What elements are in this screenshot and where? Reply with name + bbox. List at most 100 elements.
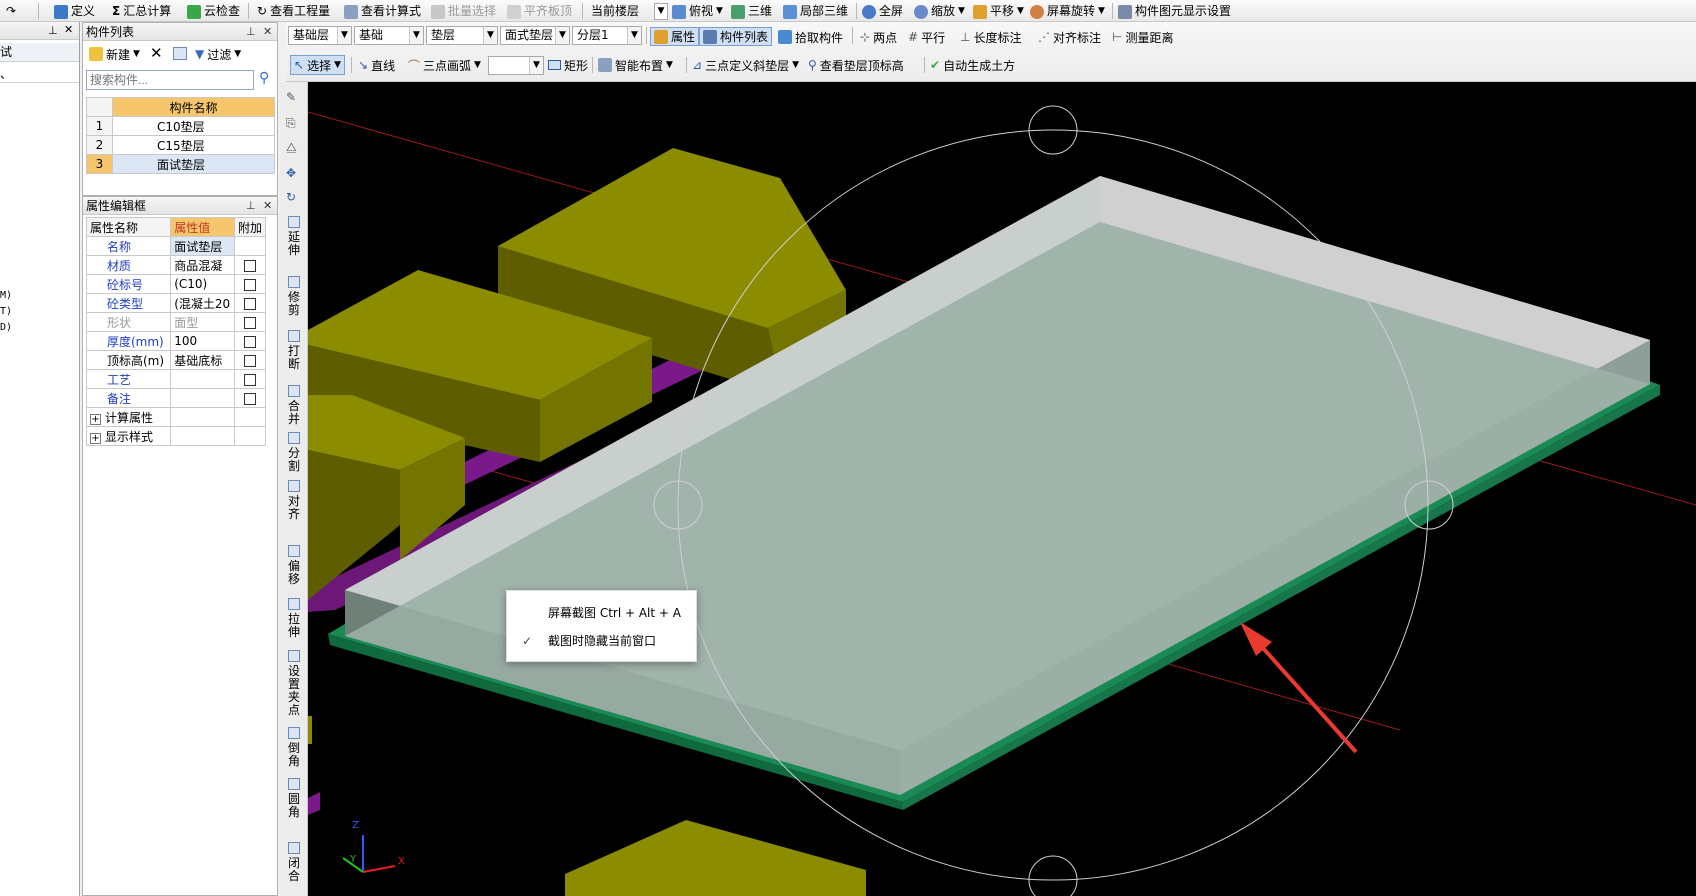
table-row[interactable]: 1 C10垫层 (86, 116, 275, 136)
summary-calc-button[interactable]: Σ 汇总计算 (112, 3, 171, 20)
property-row[interactable]: 砼类型 (混凝土20 (85, 293, 267, 313)
vertical-tool-button[interactable]: 修剪 (284, 276, 304, 317)
measure-distance-button[interactable]: ⊢ 测量距离 (1112, 28, 1173, 46)
nav-item[interactable]: 、 (0, 65, 79, 83)
view-top-elevation-button[interactable]: ⚲ 查看垫层顶标高 (808, 56, 904, 74)
attach-checkbox[interactable] (243, 392, 256, 405)
vertical-tool-button[interactable]: 对齐 (284, 480, 304, 521)
vertical-tool-button[interactable]: 合并 (284, 385, 304, 426)
property-row[interactable]: 名称 面试垫层 (85, 236, 267, 256)
layer-select[interactable]: 分层1 ▼ (572, 26, 642, 45)
property-row[interactable]: 砼标号 (C10) (85, 274, 267, 294)
copy-shape-icon[interactable]: ⎘ (286, 116, 296, 131)
floor-select[interactable]: 基础层 ▼ (288, 26, 352, 45)
three-point-arc-button[interactable]: ⌒ 三点画弧 ▼ (408, 56, 481, 74)
rotate-icon[interactable]: ↻ (286, 190, 296, 204)
auto-generate-earthwork-button[interactable]: ✔ 自动生成土方 (930, 56, 1015, 74)
property-row[interactable]: 形状 面型 (85, 312, 267, 332)
view-formula-button[interactable]: 查看计算式 (344, 3, 421, 20)
nav-item[interactable]: T) (0, 306, 12, 317)
property-row[interactable]: 材质 商品混凝 (85, 255, 267, 275)
align-slab-top-button[interactable]: 平齐板顶 (507, 3, 572, 20)
current-floor-button[interactable]: 当前楼层 (591, 3, 639, 20)
nav-item[interactable]: 试 (0, 43, 79, 62)
attach-checkbox[interactable] (243, 373, 256, 386)
expand-icon[interactable]: + (90, 432, 101, 444)
attach-checkbox[interactable] (243, 259, 256, 272)
two-point-button[interactable]: ⊹ 两点 (860, 28, 897, 46)
brush-icon[interactable]: ✎ (286, 90, 296, 104)
pick-component-button[interactable]: 拾取构件 (778, 28, 843, 46)
search-icon[interactable]: ⚲ (259, 70, 269, 86)
attach-checkbox[interactable] (243, 335, 256, 348)
vertical-tool-button[interactable]: 圆角 (284, 778, 304, 819)
select-tool-button[interactable]: ↖ 选择 ▼ (290, 55, 345, 75)
new-component-button[interactable]: 新建 ▼ (89, 45, 140, 63)
nav-item[interactable]: M) (0, 290, 12, 301)
vertical-tool-button[interactable]: 倒角 (284, 727, 304, 768)
property-row[interactable]: 厚度(mm) 100 (85, 331, 267, 351)
zoom-button[interactable]: 缩放 ▼ (914, 3, 965, 20)
vertical-tool-button[interactable]: 延伸 (284, 216, 304, 257)
pin-icon[interactable]: ⊥ (246, 197, 256, 215)
rectangle-tool-button[interactable]: 矩形 (548, 56, 588, 74)
mirror-icon[interactable]: ⧋ (286, 140, 297, 155)
orbit-handle[interactable] (1028, 855, 1078, 896)
aligned-dimension-button[interactable]: ⋰ 对齐标注 (1038, 28, 1101, 46)
define-button[interactable]: 定义 (54, 3, 95, 20)
redo-icon[interactable]: ↷ (6, 3, 16, 20)
partial-3d-button[interactable]: 局部三维 (783, 3, 848, 20)
floor-dropdown-arrow-icon[interactable]: ▼ (654, 3, 668, 20)
column-header[interactable]: 构件名称 (112, 97, 275, 117)
table-row-selected[interactable]: 3 面试垫层 (86, 154, 275, 174)
view-quantity-button[interactable]: ↻ 查看工程量 (257, 3, 330, 20)
component-search-input[interactable] (86, 70, 254, 90)
parallel-button[interactable]: # 平行 (908, 28, 945, 46)
vertical-tool-button[interactable]: 分割 (284, 432, 304, 473)
line-tool-button[interactable]: ↘ 直线 (358, 56, 395, 74)
nav-item[interactable]: D) (0, 322, 12, 333)
pin-icon[interactable]: ⊥ (48, 24, 58, 37)
vertical-tool-button[interactable]: 拉伸 (284, 598, 304, 639)
property-row[interactable]: 工艺 (85, 369, 267, 389)
element-display-settings-button[interactable]: 构件图元显示设置 (1118, 3, 1231, 20)
arc-option-select[interactable]: ▼ (488, 56, 544, 75)
hide-window-menu-item[interactable]: ✓ 截图时隐藏当前窗口 (507, 630, 696, 652)
batch-select-button[interactable]: 批量选择 (431, 3, 496, 20)
pan-button[interactable]: 平移 ▼ (973, 3, 1024, 20)
move-icon[interactable]: ✥ (286, 166, 296, 180)
close-icon[interactable]: ✕ (263, 23, 272, 41)
vertical-tool-button[interactable]: 偏移 (284, 545, 304, 586)
attach-checkbox[interactable] (243, 354, 256, 367)
cloud-check-button[interactable]: 云检查 (187, 3, 240, 20)
screen-rotate-button[interactable]: 屏幕旋转 ▼ (1030, 3, 1105, 20)
screen-capture-menu-item[interactable]: 屏幕截图 Ctrl + Alt + A (507, 602, 696, 624)
delete-icon[interactable]: ✕ (150, 44, 163, 62)
close-icon[interactable]: ✕ (64, 23, 73, 36)
vertical-tool-button[interactable]: 闭合 (284, 842, 304, 883)
top-view-button[interactable]: 俯视 ▼ (672, 3, 723, 20)
length-dimension-button[interactable]: ⊥ 长度标注 (960, 28, 1021, 46)
property-row[interactable]: 备注 (85, 388, 267, 408)
3d-viewport[interactable]: Z X Y (308, 82, 1696, 896)
attach-checkbox[interactable] (243, 278, 256, 291)
attach-checkbox[interactable] (243, 316, 256, 329)
vertical-tool-button[interactable]: 打断 (284, 330, 304, 371)
property-row[interactable]: 顶标高(m) 基础底标 (85, 350, 267, 370)
attach-checkbox[interactable] (243, 297, 256, 310)
component-select[interactable]: 面式垫层 ▼ (500, 26, 570, 45)
property-group-row[interactable]: + 计算属性 (85, 407, 267, 427)
table-row[interactable]: 2 C15垫层 (86, 135, 275, 155)
vertical-tool-button[interactable]: 设置夹点 (284, 650, 304, 717)
component-list-toggle-button[interactable]: 构件列表 (699, 27, 773, 46)
fullscreen-button[interactable]: 全屏 (862, 3, 903, 20)
category-select[interactable]: 基础 ▼ (354, 26, 424, 45)
expand-icon[interactable]: + (90, 413, 101, 425)
type-select[interactable]: 垫层 ▼ (426, 26, 498, 45)
smart-layout-button[interactable]: 智能布置 ▼ (598, 56, 673, 74)
three-point-slope-button[interactable]: ⊿ 三点定义斜垫层 ▼ (692, 56, 799, 74)
properties-toggle-button[interactable]: 属性 (650, 27, 700, 46)
3d-view-button[interactable]: 三维 (731, 3, 772, 20)
close-icon[interactable]: ✕ (263, 197, 272, 215)
copy-icon[interactable] (173, 47, 187, 60)
